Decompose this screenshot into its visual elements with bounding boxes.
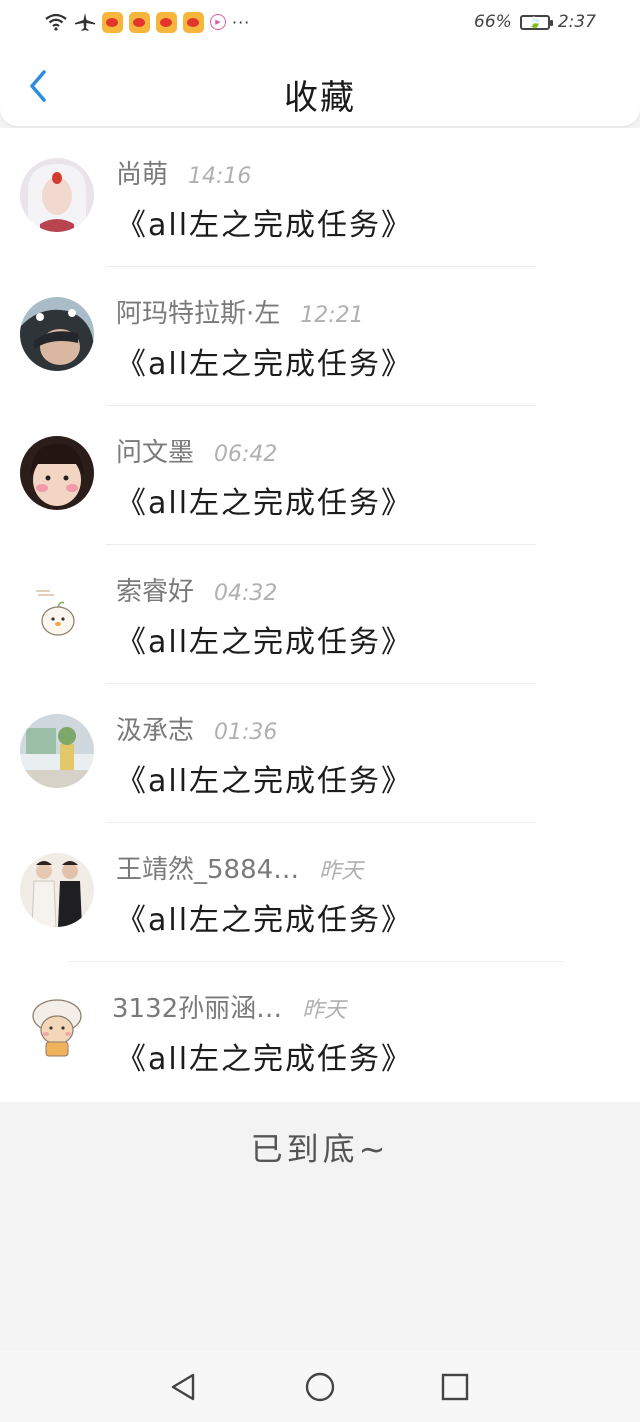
mini-app-icon: ▶ xyxy=(210,14,226,30)
item-content: 《all左之完成任务》 xyxy=(116,764,414,799)
timestamp: 04:32 xyxy=(214,581,278,606)
battery-icon: 🍃 xyxy=(519,14,553,30)
sender-name: 尚萌 xyxy=(116,160,169,190)
page-title: 收藏 xyxy=(284,78,356,118)
sender-name: 王靖然_5884… xyxy=(116,855,300,885)
list-item[interactable]: 王靖然_5884… 昨天 《all左之完成任务》 xyxy=(0,823,640,962)
item-header: 索睿好 04:32 xyxy=(116,571,277,608)
avatar[interactable] xyxy=(20,992,94,1066)
more-dots-icon: ··· xyxy=(232,12,251,32)
avatar[interactable] xyxy=(20,714,94,788)
avatar[interactable] xyxy=(20,853,94,927)
timestamp: 昨天 xyxy=(302,998,347,1023)
clock: 2:37 xyxy=(557,12,596,32)
timestamp: 昨天 xyxy=(319,859,364,884)
weibo-icon xyxy=(129,11,150,33)
sender-name: 汲承志 xyxy=(116,716,195,746)
sender-name: 问文墨 xyxy=(116,438,195,468)
list-item[interactable]: 尚萌 14:16 《all左之完成任务》 xyxy=(0,128,640,267)
item-content: 《all左之完成任务》 xyxy=(116,625,414,660)
favorites-list: 尚萌 14:16 《all左之完成任务》 阿玛特拉斯·左 12:21 《all左… xyxy=(0,128,640,1102)
list-item[interactable]: 3132孙丽涵… 昨天 《all左之完成任务》 xyxy=(0,962,640,1101)
list-item[interactable]: 问文墨 06:42 《all左之完成任务》 xyxy=(0,406,640,545)
avatar[interactable] xyxy=(20,297,94,371)
item-content: 《all左之完成任务》 xyxy=(116,347,414,382)
avatar[interactable] xyxy=(20,436,94,510)
timestamp: 12:21 xyxy=(300,303,364,328)
sender-name: 3132孙丽涵… xyxy=(112,994,283,1024)
timestamp: 01:36 xyxy=(214,720,278,745)
end-of-list-text: 已到底~ xyxy=(250,1130,390,1168)
circle-home-icon xyxy=(305,1372,335,1402)
square-recents-icon xyxy=(441,1373,469,1401)
avatar[interactable] xyxy=(20,575,94,649)
nav-home-button[interactable] xyxy=(303,1370,337,1404)
list-item[interactable]: 索睿好 04:32 《all左之完成任务》 xyxy=(0,545,640,684)
top-bar: 收藏 xyxy=(0,44,640,126)
status-bar: ▶ ··· 66% 🍃 2:37 xyxy=(0,0,640,44)
item-header: 王靖然_5884… 昨天 xyxy=(116,849,363,886)
item-header: 问文墨 06:42 xyxy=(116,432,277,469)
item-content: 《all左之完成任务》 xyxy=(116,208,414,243)
sender-name: 索睿好 xyxy=(116,577,195,607)
airplane-icon xyxy=(74,12,96,32)
item-content: 《all左之完成任务》 xyxy=(116,903,414,938)
nav-recents-button[interactable] xyxy=(438,1370,472,1404)
list-item[interactable]: 阿玛特拉斯·左 12:21 《all左之完成任务》 xyxy=(0,267,640,406)
item-content: 《all左之完成任务》 xyxy=(116,486,414,521)
wifi-icon xyxy=(44,13,68,31)
navigation-bar xyxy=(0,1350,640,1422)
item-header: 汲承志 01:36 xyxy=(116,710,277,747)
timestamp: 14:16 xyxy=(188,164,252,189)
timestamp: 06:42 xyxy=(214,442,278,467)
item-header: 阿玛特拉斯·左 12:21 xyxy=(116,293,364,330)
nav-back-button[interactable] xyxy=(166,1370,200,1404)
avatar[interactable] xyxy=(20,158,94,232)
status-bar-right: 66% 🍃 2:37 xyxy=(474,10,596,34)
item-header: 尚萌 14:16 xyxy=(116,154,251,191)
triangle-back-icon xyxy=(171,1373,195,1401)
status-bar-left: ▶ ··· xyxy=(44,10,250,34)
item-header: 3132孙丽涵… 昨天 xyxy=(112,988,346,1025)
sender-name: 阿玛特拉斯·左 xyxy=(116,299,281,329)
weibo-icon xyxy=(156,11,177,33)
weibo-icon xyxy=(183,11,204,33)
weibo-icon xyxy=(102,11,123,33)
item-content: 《all左之完成任务》 xyxy=(116,1042,414,1077)
battery-percent: 66% xyxy=(474,12,512,32)
list-item[interactable]: 汲承志 01:36 《all左之完成任务》 xyxy=(0,684,640,823)
